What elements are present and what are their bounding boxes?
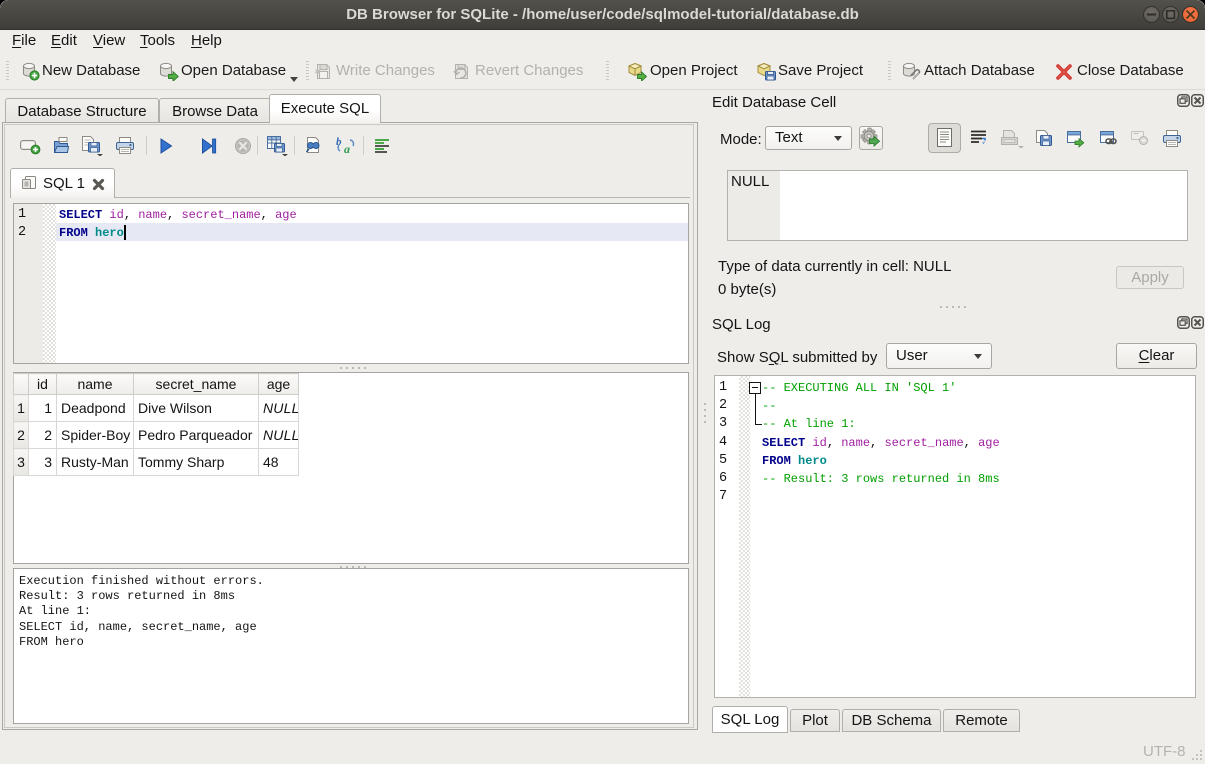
svg-text:a: a	[344, 142, 350, 155]
